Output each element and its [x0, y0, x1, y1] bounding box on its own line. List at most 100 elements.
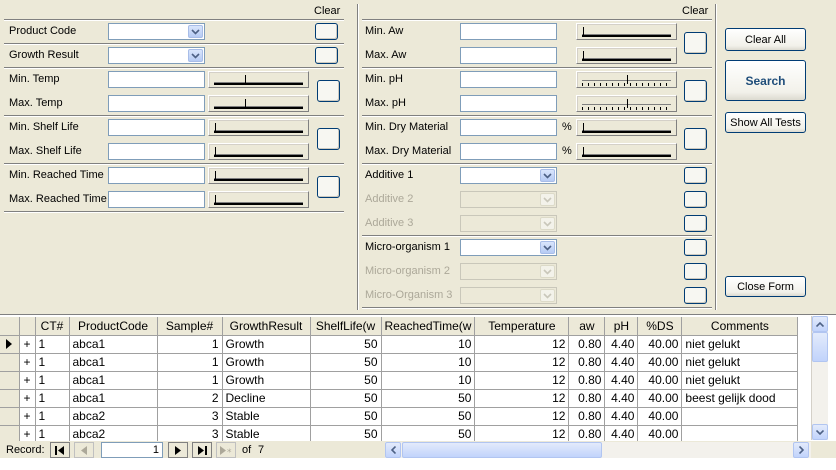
table-row[interactable]: +1 abca2 3 Stable 50 50 12 0.80 4.40 40.00: [0, 407, 799, 426]
clear-additive-1-button[interactable]: [684, 167, 707, 184]
cell-aw[interactable]: 0.80: [568, 407, 606, 426]
chevron-down-icon[interactable]: [188, 25, 203, 38]
record-selector[interactable]: [0, 353, 20, 372]
min-reached-time-input[interactable]: [108, 167, 205, 184]
max-shelf-life-slider[interactable]: [208, 143, 309, 160]
cell-ds[interactable]: 40.00: [637, 335, 683, 354]
max-temp-input[interactable]: [108, 95, 205, 112]
search-button[interactable]: Search: [725, 60, 806, 101]
cell-growthresult[interactable]: Growth: [222, 335, 311, 354]
cell-aw[interactable]: 0.80: [568, 371, 606, 390]
min-shelf-life-slider[interactable]: [208, 119, 309, 136]
expand-icon[interactable]: +: [19, 407, 36, 426]
min-shelf-life-input[interactable]: [108, 119, 205, 136]
clear-micro-organism-3-button[interactable]: [684, 287, 707, 304]
cell-sample[interactable]: 1: [157, 371, 223, 390]
clear-shelf-life-button[interactable]: [317, 128, 340, 150]
column-header-comments[interactable]: Comments: [681, 317, 799, 336]
cell-ct[interactable]: 1: [35, 335, 70, 354]
cell-ds[interactable]: 40.00: [637, 371, 683, 390]
close-form-button[interactable]: Close Form: [725, 276, 806, 297]
vertical-scrollbar[interactable]: [811, 316, 828, 440]
record-selector[interactable]: [0, 389, 20, 408]
scroll-thumb[interactable]: [812, 332, 828, 362]
chevron-down-icon[interactable]: [188, 49, 203, 62]
expand-icon[interactable]: +: [19, 335, 36, 354]
chevron-down-icon[interactable]: [540, 241, 555, 254]
first-record-icon[interactable]: [50, 442, 70, 458]
cell-comments[interactable]: niet gelukt: [681, 371, 799, 390]
cell-comments[interactable]: niet gelukt: [681, 335, 799, 354]
chevron-down-icon[interactable]: [540, 169, 555, 182]
min-ph-slider[interactable]: [576, 71, 677, 88]
new-record-icon[interactable]: *: [216, 442, 236, 458]
cell-productcode[interactable]: abca1: [69, 335, 158, 354]
cell-temperature[interactable]: 12: [474, 335, 570, 354]
min-dry-material-input[interactable]: [460, 119, 557, 136]
cell-shelflife[interactable]: 50: [310, 407, 382, 426]
cell-productcode[interactable]: abca1: [69, 353, 158, 372]
scroll-thumb[interactable]: [402, 442, 602, 458]
cell-comments[interactable]: [681, 407, 799, 426]
record-selector[interactable]: [0, 371, 20, 390]
cell-reachedtime[interactable]: 10: [381, 353, 476, 372]
column-header-shelflife[interactable]: ShelfLife(w: [310, 317, 382, 336]
max-reached-time-input[interactable]: [108, 191, 205, 208]
cell-productcode[interactable]: abca1: [69, 371, 158, 390]
cell-reachedtime[interactable]: 10: [381, 371, 476, 390]
micro-organism-1-combo[interactable]: [460, 239, 557, 256]
cell-ds[interactable]: 40.00: [637, 353, 683, 372]
clear-additive-3-button[interactable]: [684, 215, 707, 232]
table-row[interactable]: +1 abca1 1 Growth 50 10 12 0.80 4.40 40.00 niet ge…: [0, 371, 799, 390]
column-header-temperature[interactable]: Temperature: [474, 317, 570, 336]
scroll-left-icon[interactable]: [385, 442, 401, 458]
expand-icon[interactable]: +: [19, 389, 36, 408]
max-ph-slider[interactable]: [576, 95, 677, 112]
cell-temperature[interactable]: 12: [474, 371, 570, 390]
column-header-sample[interactable]: Sample#: [157, 317, 223, 336]
clear-aw-button[interactable]: [684, 32, 707, 54]
min-dry-material-slider[interactable]: [576, 119, 677, 136]
current-record-input[interactable]: 1: [101, 442, 163, 458]
clear-micro-organism-1-button[interactable]: [684, 239, 707, 256]
cell-ds[interactable]: 40.00: [637, 389, 683, 408]
cell-ct[interactable]: 1: [35, 353, 70, 372]
table-row[interactable]: +1 abca1 2 Decline 50 50 12 0.80 4.40 40.00 beest …: [0, 389, 799, 408]
table-row[interactable]: +1 abca1 1 Growth 50 10 12 0.80 4.40 40.00 niet ge…: [0, 353, 799, 372]
cell-aw[interactable]: 0.80: [568, 389, 606, 408]
min-reached-time-slider[interactable]: [208, 167, 309, 184]
max-dry-material-slider[interactable]: [576, 143, 677, 160]
record-selector[interactable]: [0, 335, 20, 354]
cell-shelflife[interactable]: 50: [310, 389, 382, 408]
cell-growthresult[interactable]: Growth: [222, 371, 311, 390]
max-ph-input[interactable]: [460, 95, 557, 112]
clear-ph-button[interactable]: [684, 80, 707, 102]
clear-all-button[interactable]: Clear All: [725, 28, 806, 51]
product-code-combo[interactable]: [108, 23, 205, 40]
cell-shelflife[interactable]: 50: [310, 335, 382, 354]
growth-result-combo[interactable]: [108, 47, 205, 64]
min-temp-input[interactable]: [108, 71, 205, 88]
cell-sample[interactable]: 2: [157, 389, 223, 408]
clear-temp-button[interactable]: [317, 80, 340, 102]
horizontal-scrollbar[interactable]: [385, 442, 811, 458]
last-record-icon[interactable]: [192, 442, 212, 458]
min-ph-input[interactable]: [460, 71, 557, 88]
cell-ph[interactable]: 4.40: [604, 353, 639, 372]
column-header-growthresult[interactable]: GrowthResult: [222, 317, 311, 336]
cell-sample[interactable]: 3: [157, 407, 223, 426]
clear-product-code-button[interactable]: [315, 23, 338, 40]
cell-ph[interactable]: 4.40: [604, 389, 639, 408]
cell-aw[interactable]: 0.80: [568, 335, 606, 354]
cell-productcode[interactable]: abca2: [69, 407, 158, 426]
scroll-down-icon[interactable]: [812, 424, 828, 440]
cell-aw[interactable]: 0.80: [568, 353, 606, 372]
expand-icon[interactable]: +: [19, 353, 36, 372]
cell-reachedtime[interactable]: 50: [381, 407, 476, 426]
cell-ph[interactable]: 4.40: [604, 371, 639, 390]
cell-temperature[interactable]: 12: [474, 389, 570, 408]
cell-ct[interactable]: 1: [35, 407, 70, 426]
expand-header[interactable]: [19, 317, 36, 336]
cell-ct[interactable]: 1: [35, 389, 70, 408]
max-aw-input[interactable]: [460, 47, 557, 64]
